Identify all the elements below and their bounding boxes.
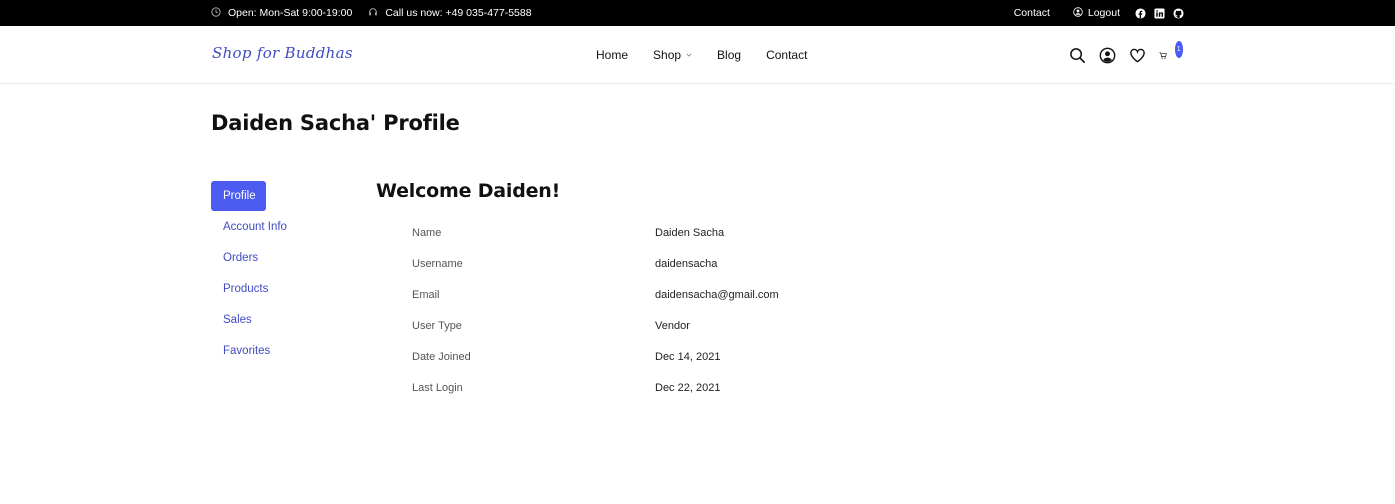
header-icons: 1: [1069, 26, 1183, 84]
profile-row-date-joined: Date Joined Dec 14, 2021: [412, 341, 779, 372]
chevron-down-icon: [686, 53, 692, 57]
row-value: Dec 22, 2021: [655, 381, 721, 394]
phone-info: Call us now: +49 035-477-5588: [368, 7, 532, 20]
profile-row-name: Name Daiden Sacha: [412, 217, 779, 248]
sidebar-item-orders[interactable]: Orders: [211, 243, 361, 274]
profile-row-email: Email daidensacha@gmail.com: [412, 279, 779, 310]
row-label: Email: [412, 288, 440, 301]
account-icon[interactable]: [1099, 47, 1116, 64]
opening-hours: Open: Mon-Sat 9:00-19:00: [211, 6, 353, 20]
profile-row-last-login: Last Login Dec 22, 2021: [412, 372, 779, 403]
github-icon[interactable]: [1173, 7, 1184, 19]
top-bar-actions: Contact Logout: [1014, 0, 1184, 26]
phone-text: Call us now: +49 035-477-5588: [385, 7, 532, 19]
search-icon[interactable]: [1069, 47, 1086, 64]
heart-icon[interactable]: [1129, 47, 1146, 64]
row-label: User Type: [412, 319, 462, 332]
sidebar-item-account-info[interactable]: Account Info: [211, 212, 361, 243]
main-nav: Home Shop Blog Contact: [596, 26, 807, 84]
headset-icon: [368, 7, 378, 20]
site-logo[interactable]: Shop for Buddhas: [212, 44, 353, 62]
profile-row-username: Username daidensacha: [412, 248, 779, 279]
sidebar-item-sales[interactable]: Sales: [211, 305, 361, 336]
main-header: Shop for Buddhas Home Shop Blog Contact …: [0, 26, 1395, 84]
facebook-icon[interactable]: [1135, 7, 1146, 19]
sidebar-item-profile[interactable]: Profile: [211, 181, 266, 211]
top-bar-info: Open: Mon-Sat 9:00-19:00 Call us now: +4…: [211, 0, 532, 26]
logout-label: Logout: [1087, 7, 1120, 19]
row-label: Date Joined: [412, 350, 471, 363]
cart-icon[interactable]: 1: [1159, 40, 1183, 64]
row-value: daidensacha: [655, 257, 718, 270]
row-label: Last Login: [412, 381, 463, 394]
linkedin-icon[interactable]: [1154, 7, 1165, 19]
clock-icon: [211, 6, 221, 20]
user-circle-icon: [1073, 6, 1083, 20]
row-value: Vendor: [655, 319, 690, 332]
row-value: Daiden Sacha: [655, 226, 725, 239]
nav-home[interactable]: Home: [596, 48, 628, 62]
sidebar-item-products[interactable]: Products: [211, 274, 361, 305]
nav-contact[interactable]: Contact: [766, 48, 807, 62]
page-title: Daiden Sacha' Profile: [211, 111, 460, 135]
welcome-heading: Welcome Daiden!: [376, 180, 561, 202]
logout-link[interactable]: Logout: [1073, 6, 1120, 20]
sidebar-item-favorites[interactable]: Favorites: [211, 336, 361, 367]
row-value: daidensacha@gmail.com: [655, 288, 779, 301]
row-value: Dec 14, 2021: [655, 350, 721, 363]
cart-count-badge: 1: [1174, 40, 1183, 58]
profile-row-user-type: User Type Vendor: [412, 310, 779, 341]
top-contact-link[interactable]: Contact: [1014, 7, 1050, 19]
nav-blog[interactable]: Blog: [717, 48, 741, 62]
social-links: [1135, 7, 1184, 19]
profile-details: Name Daiden Sacha Username daidensacha E…: [412, 217, 779, 403]
row-label: Name: [412, 226, 442, 239]
profile-sidebar: Profile Account Info Orders Products Sal…: [211, 181, 361, 367]
nav-shop[interactable]: Shop: [653, 48, 692, 62]
top-bar: Open: Mon-Sat 9:00-19:00 Call us now: +4…: [0, 0, 1395, 26]
nav-shop-label: Shop: [653, 48, 682, 62]
row-label: Username: [412, 257, 463, 270]
opening-hours-text: Open: Mon-Sat 9:00-19:00: [228, 7, 353, 19]
